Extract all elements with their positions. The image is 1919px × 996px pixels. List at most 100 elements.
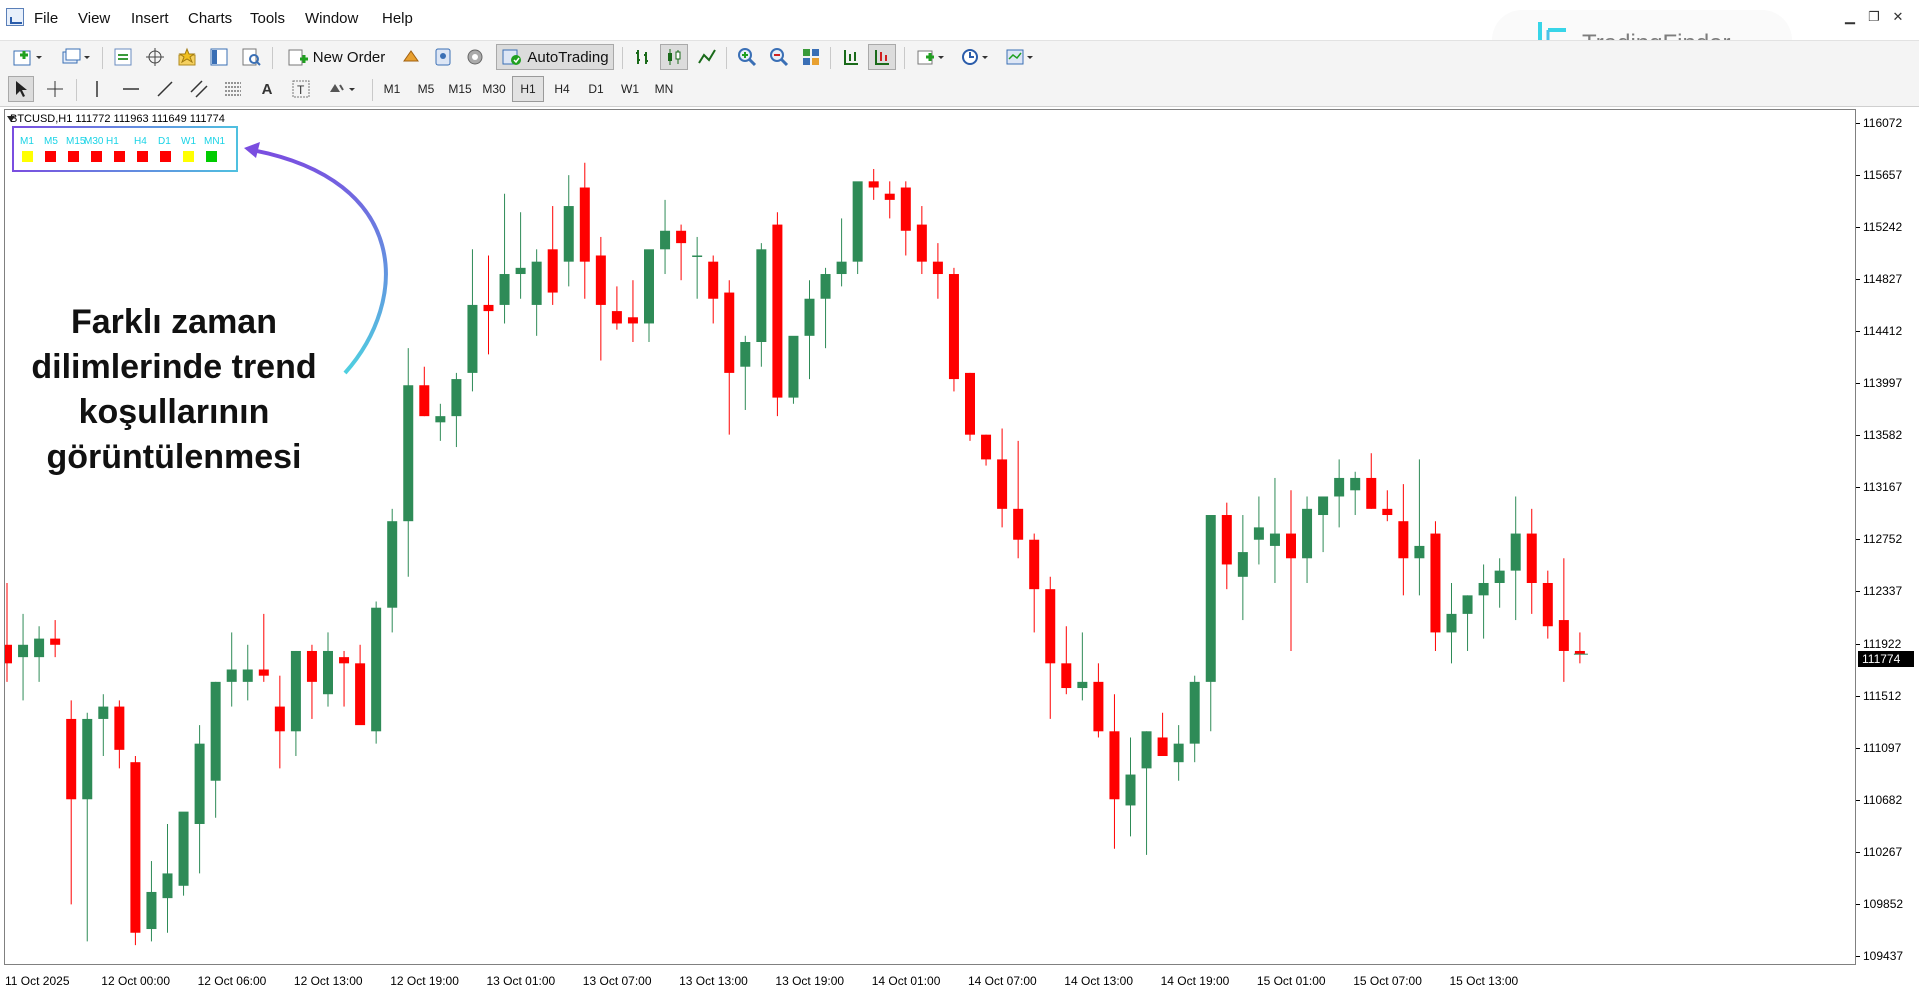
timeframe-h1[interactable]: H1 <box>512 76 544 102</box>
autotrading-button[interactable]: AutoTrading <box>496 44 614 70</box>
candle <box>579 162 590 299</box>
candle-body <box>1558 620 1569 651</box>
candle-body <box>1269 533 1280 546</box>
templates-icon[interactable] <box>1000 44 1040 70</box>
trendline-icon[interactable] <box>152 76 178 102</box>
mtf-label-mn1: MN1 <box>204 136 226 147</box>
price-axis-label: 109852 <box>1855 896 1904 911</box>
chart-shift-icon[interactable] <box>838 44 864 70</box>
time-axis-label: 12 Oct 00:00 <box>101 974 171 988</box>
timeframe-m30[interactable]: M30 <box>478 76 510 102</box>
candle-body <box>146 891 157 930</box>
candle-body <box>836 261 847 275</box>
fibonacci-icon[interactable] <box>220 76 246 102</box>
candle <box>1093 663 1104 738</box>
time-axis-label: 15 Oct 07:00 <box>1353 974 1422 988</box>
app-icon[interactable] <box>6 8 24 26</box>
restore-icon[interactable]: ❐ <box>1866 10 1882 26</box>
menu-insert[interactable]: Insert <box>131 10 169 27</box>
candle-body <box>1382 508 1393 516</box>
candle <box>1302 496 1313 583</box>
timeframe-m15[interactable]: M15 <box>444 76 476 102</box>
periods-icon[interactable] <box>956 44 994 70</box>
menu-help[interactable]: Help <box>382 10 413 27</box>
timeframe-w1[interactable]: W1 <box>614 76 646 102</box>
vertical-line-icon[interactable] <box>84 76 110 102</box>
menu-tools[interactable]: Tools <box>250 10 285 27</box>
candle <box>627 280 638 342</box>
candle-body <box>226 669 237 682</box>
timeframe-d1[interactable]: D1 <box>580 76 612 102</box>
candlestick-chart-icon[interactable] <box>660 44 688 70</box>
crosshair-move-icon[interactable] <box>142 44 168 70</box>
line-chart-icon[interactable] <box>694 44 720 70</box>
candle <box>884 181 895 219</box>
candle <box>708 255 719 324</box>
annotation-line-2: dilimlerinde trend <box>31 348 317 386</box>
text-label-icon[interactable]: T <box>288 76 314 102</box>
horizontal-line-icon[interactable] <box>118 76 144 102</box>
candle <box>403 348 414 577</box>
candle-body <box>563 206 574 262</box>
candle <box>1558 558 1569 682</box>
tester-icon[interactable] <box>238 44 264 70</box>
profiles-icon[interactable] <box>56 44 94 70</box>
candle <box>66 700 77 905</box>
candle <box>1526 508 1537 614</box>
favorites-icon[interactable] <box>174 44 200 70</box>
candle-body <box>1077 681 1088 689</box>
bar-chart-icon[interactable] <box>630 44 656 70</box>
candle-body <box>756 249 767 342</box>
menu-view[interactable]: View <box>78 10 110 27</box>
close-icon[interactable]: ✕ <box>1890 10 1906 26</box>
candle <box>306 644 317 719</box>
equidistant-channel-icon[interactable] <box>186 76 212 102</box>
navigator-icon[interactable] <box>206 44 232 70</box>
candle-body <box>210 681 221 781</box>
price-axis-label: 115242 <box>1855 220 1903 235</box>
price-axis-label: 112752 <box>1855 532 1903 547</box>
menu-charts[interactable]: Charts <box>188 10 232 27</box>
candle <box>1173 725 1184 781</box>
timeframe-m1[interactable]: M1 <box>376 76 408 102</box>
candle-body <box>355 663 366 726</box>
candle-body <box>483 304 494 312</box>
new-order-button[interactable]: New Order <box>280 44 392 70</box>
candle-body <box>611 311 622 324</box>
candle <box>1237 515 1248 621</box>
candle <box>210 681 221 818</box>
menu-file[interactable]: File <box>34 10 58 27</box>
cursor-arrow-icon[interactable] <box>8 76 34 102</box>
candle <box>323 632 333 707</box>
crosshair-icon[interactable] <box>42 76 68 102</box>
timeframe-mn[interactable]: MN <box>648 76 680 102</box>
candle-body <box>515 267 526 275</box>
mtf-state-h4 <box>137 151 148 162</box>
autoscroll-icon[interactable] <box>868 44 896 70</box>
minimize-icon[interactable]: ▁ <box>1842 10 1858 26</box>
timeframe-m5[interactable]: M5 <box>410 76 442 102</box>
candle <box>1125 737 1136 837</box>
market-watch-icon[interactable] <box>110 44 136 70</box>
candle <box>435 403 446 441</box>
indicators-icon[interactable] <box>912 44 950 70</box>
candle-body <box>1157 737 1168 757</box>
candle <box>1205 515 1216 732</box>
tile-windows-icon[interactable] <box>798 44 824 70</box>
timeframe-h4[interactable]: H4 <box>546 76 578 102</box>
candle <box>1286 490 1296 651</box>
candle <box>515 212 526 299</box>
text-icon[interactable]: A <box>254 76 280 102</box>
market-icon[interactable] <box>462 44 488 70</box>
zoom-out-icon[interactable] <box>766 44 792 70</box>
candle <box>547 206 558 305</box>
candle-body <box>1542 582 1553 627</box>
menu-window[interactable]: Window <box>305 10 358 27</box>
signals-icon[interactable] <box>430 44 456 70</box>
trade-history-icon[interactable] <box>398 44 424 70</box>
arrows-icon[interactable] <box>322 76 362 102</box>
zoom-in-icon[interactable] <box>734 44 760 70</box>
candle <box>1350 471 1361 516</box>
candle-body <box>194 743 205 824</box>
new-chart-icon[interactable] <box>8 44 46 70</box>
